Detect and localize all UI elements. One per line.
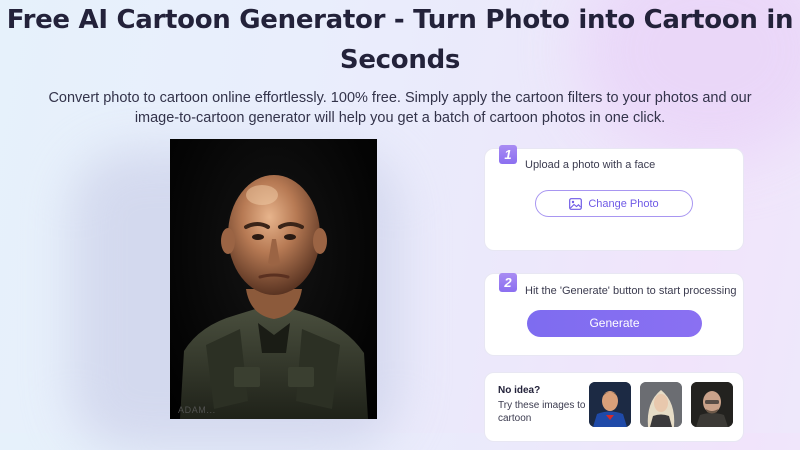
page-subtitle: Convert photo to cartoon online effortle… <box>0 88 800 128</box>
portrait-image <box>180 175 368 419</box>
image-icon <box>569 197 583 210</box>
sample-images-card: No idea? Try these images to cartoon <box>484 372 744 442</box>
generate-button[interactable]: Generate <box>527 310 702 337</box>
sample-thumbnail-bald-man[interactable] <box>691 382 733 427</box>
uploaded-photo-preview: ADAM... <box>170 139 377 419</box>
generate-instruction: Hit the 'Generate' button to start proce… <box>525 285 737 297</box>
change-photo-label: Change Photo <box>588 197 659 210</box>
page-title: Free AI Cartoon Generator - Turn Photo i… <box>6 5 794 75</box>
subtitle-line-2: image-to-cartoon generator will help you… <box>134 110 666 126</box>
change-photo-button[interactable]: Change Photo <box>535 190 693 217</box>
upload-instruction: Upload a photo with a face <box>525 159 656 171</box>
step-1-badge: 1 <box>499 145 517 164</box>
subtitle-line-1: Convert photo to cartoon online effortle… <box>48 90 752 106</box>
try-samples-text: Try these images to cartoon <box>498 400 586 424</box>
upload-step-card: 1 Upload a photo with a face Change Phot… <box>484 145 744 251</box>
no-idea-heading: No idea? <box>498 385 541 396</box>
sample-thumbnail-woman[interactable] <box>640 382 682 427</box>
sample-thumbnail-superhero[interactable] <box>589 382 631 427</box>
step-2-badge: 2 <box>499 273 517 292</box>
generate-step-card: 2 Hit the 'Generate' button to start pro… <box>484 273 744 356</box>
watermark-text: ADAM... <box>178 405 216 415</box>
